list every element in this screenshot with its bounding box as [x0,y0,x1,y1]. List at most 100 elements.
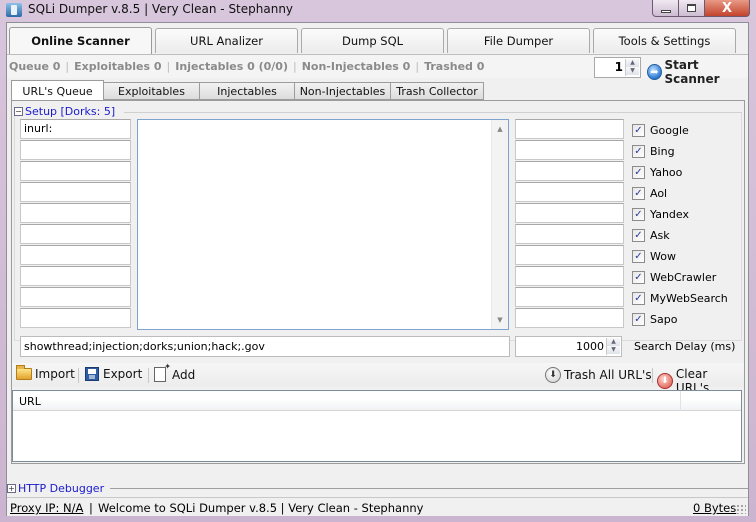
injectables-count: Injectables 0 (0/0) [175,60,288,73]
threads-value: 1 [614,60,623,74]
dork-prefix-field[interactable] [20,140,131,160]
dork-suffix-field[interactable] [515,161,624,181]
spin-arrows: ▲ ▼ [625,59,639,76]
toolbar-separator [78,368,79,383]
dork-prefix-field[interactable] [20,182,131,202]
dork-suffix-field[interactable] [515,182,624,202]
queue-toolbar: Import Export Add ⬇ Trash All URL's [12,362,744,395]
search-delay-value: 1000 [576,340,604,353]
subtab-trash-collector[interactable]: Trash Collector [391,82,484,100]
trashed-count: Trashed 0 [424,60,485,73]
spin-up-button[interactable]: ▲ [607,338,620,346]
tab-label: URL Analizer [190,34,263,48]
checkbox-checked-icon: ✓ [632,313,645,326]
dorks-textarea[interactable]: ▲ ▼ [137,119,509,330]
window-controls: X [652,0,750,17]
spin-down-button[interactable]: ▼ [607,346,620,354]
status-bar: Proxy IP: N/A | Welcome to SQLi Dumper v… [7,497,748,516]
engine-label: WebCrawler [650,271,717,284]
subtab-injectables[interactable]: Injectables [200,82,295,100]
engine-bing-checkbox[interactable]: ✓ Bing [632,141,728,162]
engine-yahoo-checkbox[interactable]: ✓ Yahoo [632,162,728,183]
dork-suffix-field[interactable] [515,266,624,286]
trash-all-label: Trash All URL's [564,368,652,382]
dork-suffix-field[interactable] [515,140,624,160]
dork-suffix-field[interactable] [515,308,624,328]
http-debugger-label: HTTP Debugger [18,481,105,495]
dork-prefix-field[interactable] [20,287,131,307]
subtab-urls-queue[interactable]: URL's Queue [11,80,104,101]
engine-aol-checkbox[interactable]: ✓ Aol [632,183,728,204]
dork-suffix-field[interactable] [515,203,624,223]
engine-label: MyWebSearch [650,292,728,305]
main-tabs: Online Scanner URL Analizer Dump SQL Fil… [9,27,739,54]
column-divider[interactable] [680,391,681,411]
engine-ask-checkbox[interactable]: ✓ Ask [632,225,728,246]
export-button[interactable]: Export [85,367,142,381]
dork-prefix-field[interactable]: inurl: [20,119,131,139]
stats-bar: Queue 0 | Exploitables 0 | Injectables 0… [7,54,748,86]
tab-file-dumper[interactable]: File Dumper [447,28,590,53]
add-button[interactable]: Add [154,362,195,382]
dork-prefix-field[interactable] [20,245,131,265]
folder-open-icon [16,365,32,380]
setup-toggle[interactable]: − Setup [Dorks: 5] [14,105,115,118]
dork-prefix-field[interactable] [20,224,131,244]
engine-label: Sapo [650,313,678,326]
engine-google-checkbox[interactable]: ✓ Google [632,120,728,141]
column-header-url[interactable]: URL [19,395,41,408]
dorks-scrollbar[interactable]: ▲ ▼ [491,120,508,329]
dork-suffix-field[interactable] [515,287,624,307]
client-area: Online Scanner URL Analizer Dump SQL Fil… [6,22,749,516]
dork-prefix-list: inurl: [20,119,131,329]
checkbox-checked-icon: ✓ [632,166,645,179]
dork-prefix-field[interactable] [20,266,131,286]
tab-dump-sql[interactable]: Dump SQL [301,28,444,53]
non-injectables-count: Non-Injectables 0 [301,60,411,73]
spin-down-button[interactable]: ▼ [626,67,639,75]
threads-stepper[interactable]: 1 ▲ ▼ [594,57,641,78]
tab-online-scanner[interactable]: Online Scanner [9,27,152,54]
engine-mywebsearch-checkbox[interactable]: ✓ MyWebSearch [632,288,728,309]
tab-tools-settings[interactable]: Tools & Settings [593,28,736,53]
checkbox-checked-icon: ✓ [632,124,645,137]
title-bar[interactable]: SQLi Dumper v.8.5 | Very Clean - Stephan… [0,0,756,22]
collapse-icon: − [14,107,23,116]
dork-suffix-field[interactable] [515,119,624,139]
proxy-ip-link[interactable]: Proxy IP: N/A [10,501,83,515]
checkbox-checked-icon: ✓ [632,250,645,263]
dork-suffix-field[interactable] [515,245,624,265]
setup-label: Setup [Dorks: 5] [25,105,116,118]
subtab-label: Injectables [217,84,277,98]
dork-prefix-field[interactable] [20,161,131,181]
engine-sapo-checkbox[interactable]: ✓ Sapo [632,309,728,330]
dork-prefix-field[interactable] [20,308,131,328]
dork-prefix-field[interactable] [20,203,131,223]
tab-label: File Dumper [483,34,554,48]
status-message: Welcome to SQLi Dumper v.8.5 | Very Clea… [98,501,424,515]
search-delay-stepper[interactable]: 1000 ▲ ▼ [515,336,622,357]
subtab-non-injectables[interactable]: Non-Injectables [295,82,391,100]
trash-all-urls-button[interactable]: ⬇ Trash All URL's [545,367,652,383]
subtab-exploitables[interactable]: Exploitables [104,82,200,100]
resize-grip[interactable] [736,504,746,514]
bytes-counter-link[interactable]: 0 Bytes [693,501,736,515]
engine-yandex-checkbox[interactable]: ✓ Yandex [632,204,728,225]
scroll-down-icon[interactable]: ▼ [492,313,508,327]
engine-webcrawler-checkbox[interactable]: ✓ WebCrawler [632,267,728,288]
http-debugger-toggle[interactable]: + HTTP Debugger [7,481,748,495]
scroll-up-icon[interactable]: ▲ [492,122,508,136]
tab-url-analizer[interactable]: URL Analizer [155,28,298,53]
spin-up-button[interactable]: ▲ [626,59,639,67]
url-list-table[interactable]: URL [12,390,742,462]
checkbox-checked-icon: ✓ [632,229,645,242]
dork-suffix-field[interactable] [515,224,624,244]
maximize-button[interactable] [679,0,705,17]
import-button[interactable]: Import [16,365,75,381]
keywords-input[interactable]: showthread;injection;dorks;union;hack;.g… [20,336,510,357]
close-button[interactable]: X [705,0,750,17]
minimize-button[interactable] [652,0,679,17]
save-disk-icon [85,367,99,381]
toolbar-separator [652,368,653,383]
engine-wow-checkbox[interactable]: ✓ Wow [632,246,728,267]
